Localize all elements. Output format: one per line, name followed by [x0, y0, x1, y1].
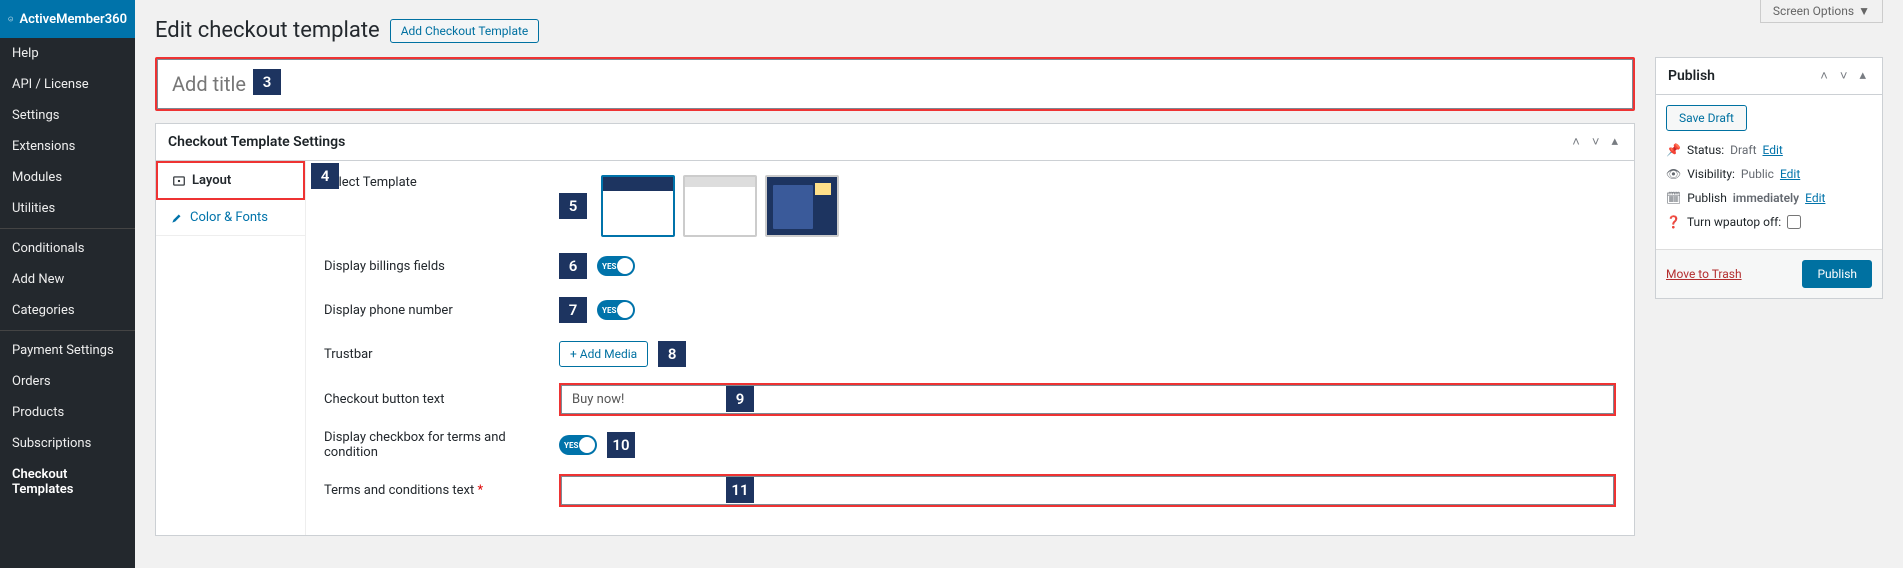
edit-schedule-link[interactable]: Edit [1805, 191, 1825, 205]
brand-icon [8, 10, 13, 28]
label-display-billing: Display billings fields [324, 259, 559, 274]
wpautop-checkbox[interactable] [1787, 215, 1801, 229]
brand-label: ActiveMember360 [19, 12, 127, 27]
label-display-terms: Display checkbox for terms and condition [324, 430, 559, 460]
sidebar-item-extensions[interactable]: Extensions [0, 131, 135, 162]
publish-down-icon[interactable]: ˅ [1836, 66, 1852, 86]
add-media-button[interactable]: + Add Media [559, 341, 648, 367]
visibility-value: Public [1741, 167, 1774, 181]
badge-11: 11 [726, 477, 754, 503]
badge-4: 4 [311, 163, 339, 189]
sidebar-item-conditionals[interactable]: Conditionals [0, 233, 135, 264]
sidebar-item-categories[interactable]: Categories [0, 295, 135, 326]
sidebar-item-utilities[interactable]: Utilities [0, 193, 135, 224]
terms-text-input[interactable] [561, 476, 1614, 505]
metabox-down-icon[interactable]: ˅ [1588, 132, 1604, 152]
layout-icon [172, 174, 186, 188]
sidebar-item-modules[interactable]: Modules [0, 162, 135, 193]
label-checkout-button-text: Checkout button text [324, 392, 559, 407]
template-option-3[interactable] [765, 175, 839, 237]
calendar-icon: 🗓 [1666, 191, 1681, 205]
badge-5: 5 [559, 193, 587, 219]
sidebar-item-payment[interactable]: Payment Settings [0, 335, 135, 366]
sidebar-item-checkout-templates[interactable]: Checkout Templates [0, 459, 135, 505]
badge-7: 7 [559, 297, 587, 323]
sidebar-item-settings[interactable]: Settings [0, 100, 135, 131]
badge-9: 9 [726, 386, 754, 412]
eye-icon: 👁 [1666, 167, 1681, 181]
pin-icon: 📌 [1666, 143, 1681, 157]
badge-3: 3 [253, 69, 281, 95]
label-display-phone: Display phone number [324, 303, 559, 318]
badge-6: 6 [559, 253, 587, 279]
admin-sidebar: ActiveMember360 Help API / License Setti… [0, 0, 135, 568]
badge-8: 8 [658, 341, 686, 367]
screen-options-tab[interactable]: Screen Options ▼ [1760, 0, 1883, 23]
metabox-toggle-icon[interactable]: ▴ [1607, 132, 1622, 152]
add-checkout-template-button[interactable]: Add Checkout Template [390, 19, 540, 43]
title-input-highlight: 3 [155, 57, 1635, 111]
metabox-title: Checkout Template Settings [168, 134, 345, 150]
publish-header: Publish ˄ ˅ ▴ [1656, 58, 1882, 95]
help-icon: ❓ [1666, 215, 1681, 229]
sidebar-item-products[interactable]: Products [0, 397, 135, 428]
label-select-template: Select Template [324, 175, 559, 190]
chevron-down-icon: ▼ [1858, 4, 1870, 18]
publish-button[interactable]: Publish [1802, 260, 1872, 288]
sidebar-item-addnew[interactable]: Add New [0, 264, 135, 295]
checkout-button-text-input[interactable] [561, 385, 1614, 414]
main-area: Screen Options ▼ Edit checkout template … [135, 0, 1903, 568]
label-trustbar: Trustbar [324, 347, 559, 362]
sidebar-item-subscriptions[interactable]: Subscriptions [0, 428, 135, 459]
tab-layout-label: Layout [192, 173, 231, 188]
toggle-billing[interactable]: YES [597, 256, 635, 276]
edit-status-link[interactable]: Edit [1763, 143, 1783, 157]
tab-layout[interactable]: Layout [156, 161, 305, 200]
publish-toggle-icon[interactable]: ▴ [1855, 66, 1870, 86]
move-to-trash-link[interactable]: Move to Trash [1666, 267, 1742, 281]
title-input[interactable] [157, 59, 1633, 109]
brand-badge[interactable]: ActiveMember360 [0, 0, 135, 38]
checkout-settings-metabox: Checkout Template Settings ˄ ˅ ▴ Layout [155, 123, 1635, 536]
brush-icon [170, 211, 184, 225]
publish-title: Publish [1668, 68, 1715, 84]
label-terms-text: Terms and conditions text * [324, 483, 559, 498]
status-value: Draft [1730, 143, 1756, 157]
publish-when-value: immediately [1733, 191, 1799, 205]
sidebar-item-help[interactable]: Help [0, 38, 135, 69]
metabox-header: Checkout Template Settings ˄ ˅ ▴ [156, 124, 1634, 161]
toggle-terms[interactable]: YES [559, 435, 597, 455]
metabox-up-icon[interactable]: ˄ [1568, 132, 1584, 152]
publish-up-icon[interactable]: ˄ [1816, 66, 1832, 86]
sidebar-item-api[interactable]: API / License [0, 69, 135, 100]
screen-options-label: Screen Options [1773, 4, 1854, 18]
publish-metabox: Publish ˄ ˅ ▴ Save Draft 📌 Status: Draft… [1655, 57, 1883, 299]
badge-10: 10 [607, 432, 635, 458]
template-option-2[interactable] [683, 175, 757, 237]
template-option-1[interactable] [601, 175, 675, 237]
edit-visibility-link[interactable]: Edit [1780, 167, 1800, 181]
sidebar-item-orders[interactable]: Orders [0, 366, 135, 397]
tab-colors[interactable]: Color & Fonts [156, 200, 305, 236]
toggle-phone[interactable]: YES [597, 300, 635, 320]
tab-colors-label: Color & Fonts [190, 210, 268, 225]
save-draft-button[interactable]: Save Draft [1666, 105, 1747, 131]
page-title: Edit checkout template [155, 18, 380, 43]
